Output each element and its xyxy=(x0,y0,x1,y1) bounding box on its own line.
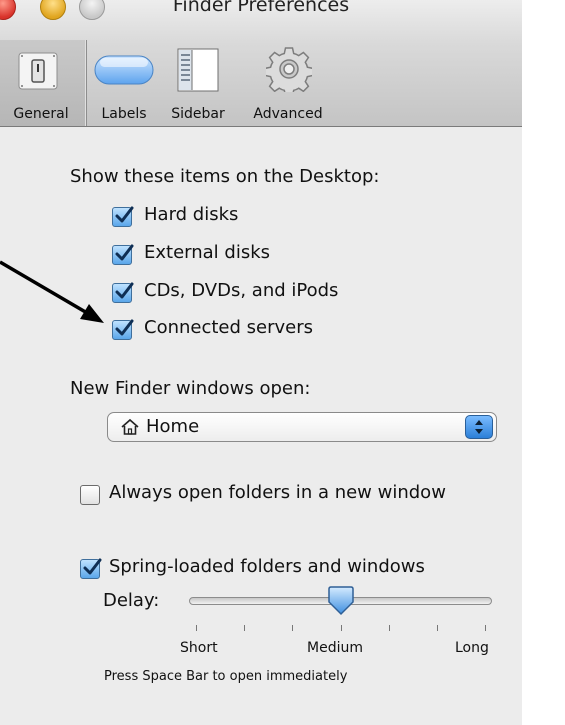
checkbox-label: CDs, DVDs, and iPods xyxy=(144,280,339,301)
delay-label: Delay: xyxy=(103,590,160,611)
checkbox-box[interactable] xyxy=(112,319,134,340)
slider-tick xyxy=(436,625,438,631)
new-window-popup[interactable]: Home xyxy=(107,412,497,442)
tab-advanced[interactable]: Advanced xyxy=(238,40,338,126)
popup-selected-value: Home xyxy=(146,416,200,437)
slider-tick xyxy=(340,625,342,631)
slider-tick xyxy=(388,625,390,631)
delay-slider-knob[interactable] xyxy=(327,586,355,616)
toolbar: Finder Preferences General Labels Sideba… xyxy=(0,0,522,127)
label-pill-icon xyxy=(94,55,154,85)
sidebar-icon xyxy=(177,48,219,92)
checkbox-box[interactable] xyxy=(112,282,134,303)
checkbox-label: Always open folders in a new window xyxy=(109,482,446,503)
home-icon xyxy=(121,418,139,435)
tab-labels[interactable]: Labels xyxy=(88,40,160,126)
checkbox-label: Spring-loaded folders and windows xyxy=(109,556,425,577)
tab-sidebar[interactable]: Sidebar xyxy=(162,40,234,126)
tab-label: Advanced xyxy=(253,106,323,122)
switch-icon xyxy=(18,52,58,90)
slider-tick xyxy=(196,625,197,631)
checkbox-box[interactable] xyxy=(80,485,100,505)
scale-long-label: Long xyxy=(455,640,489,656)
slider-tick xyxy=(485,625,486,631)
checkbox-label: Hard disks xyxy=(144,204,239,225)
checkbox-box[interactable] xyxy=(112,206,134,227)
scale-medium-label: Medium xyxy=(307,640,363,656)
tab-label: Labels xyxy=(101,106,147,122)
tab-general[interactable]: General xyxy=(0,40,87,126)
tab-label: Sidebar xyxy=(171,106,225,122)
gear-icon xyxy=(266,47,312,92)
window-title: Finder Preferences xyxy=(172,0,350,16)
desktop-items-heading: Show these items on the Desktop: xyxy=(70,166,380,187)
new-window-label: New Finder windows open: xyxy=(70,378,311,399)
scale-short-label: Short xyxy=(180,640,218,656)
checkbox-box[interactable] xyxy=(112,244,134,265)
checkbox-label: Connected servers xyxy=(144,317,314,338)
slider-tick xyxy=(292,625,294,631)
popup-stepper[interactable] xyxy=(465,415,493,439)
space-bar-hint: Press Space Bar to open immediately xyxy=(104,669,348,684)
finder-preferences-window: Finder Preferences General Labels Sideba… xyxy=(0,0,522,725)
checkbox-box[interactable] xyxy=(80,558,102,579)
slider-tick xyxy=(244,625,246,631)
checkbox-label: External disks xyxy=(144,242,271,263)
tab-label: General xyxy=(13,106,69,122)
